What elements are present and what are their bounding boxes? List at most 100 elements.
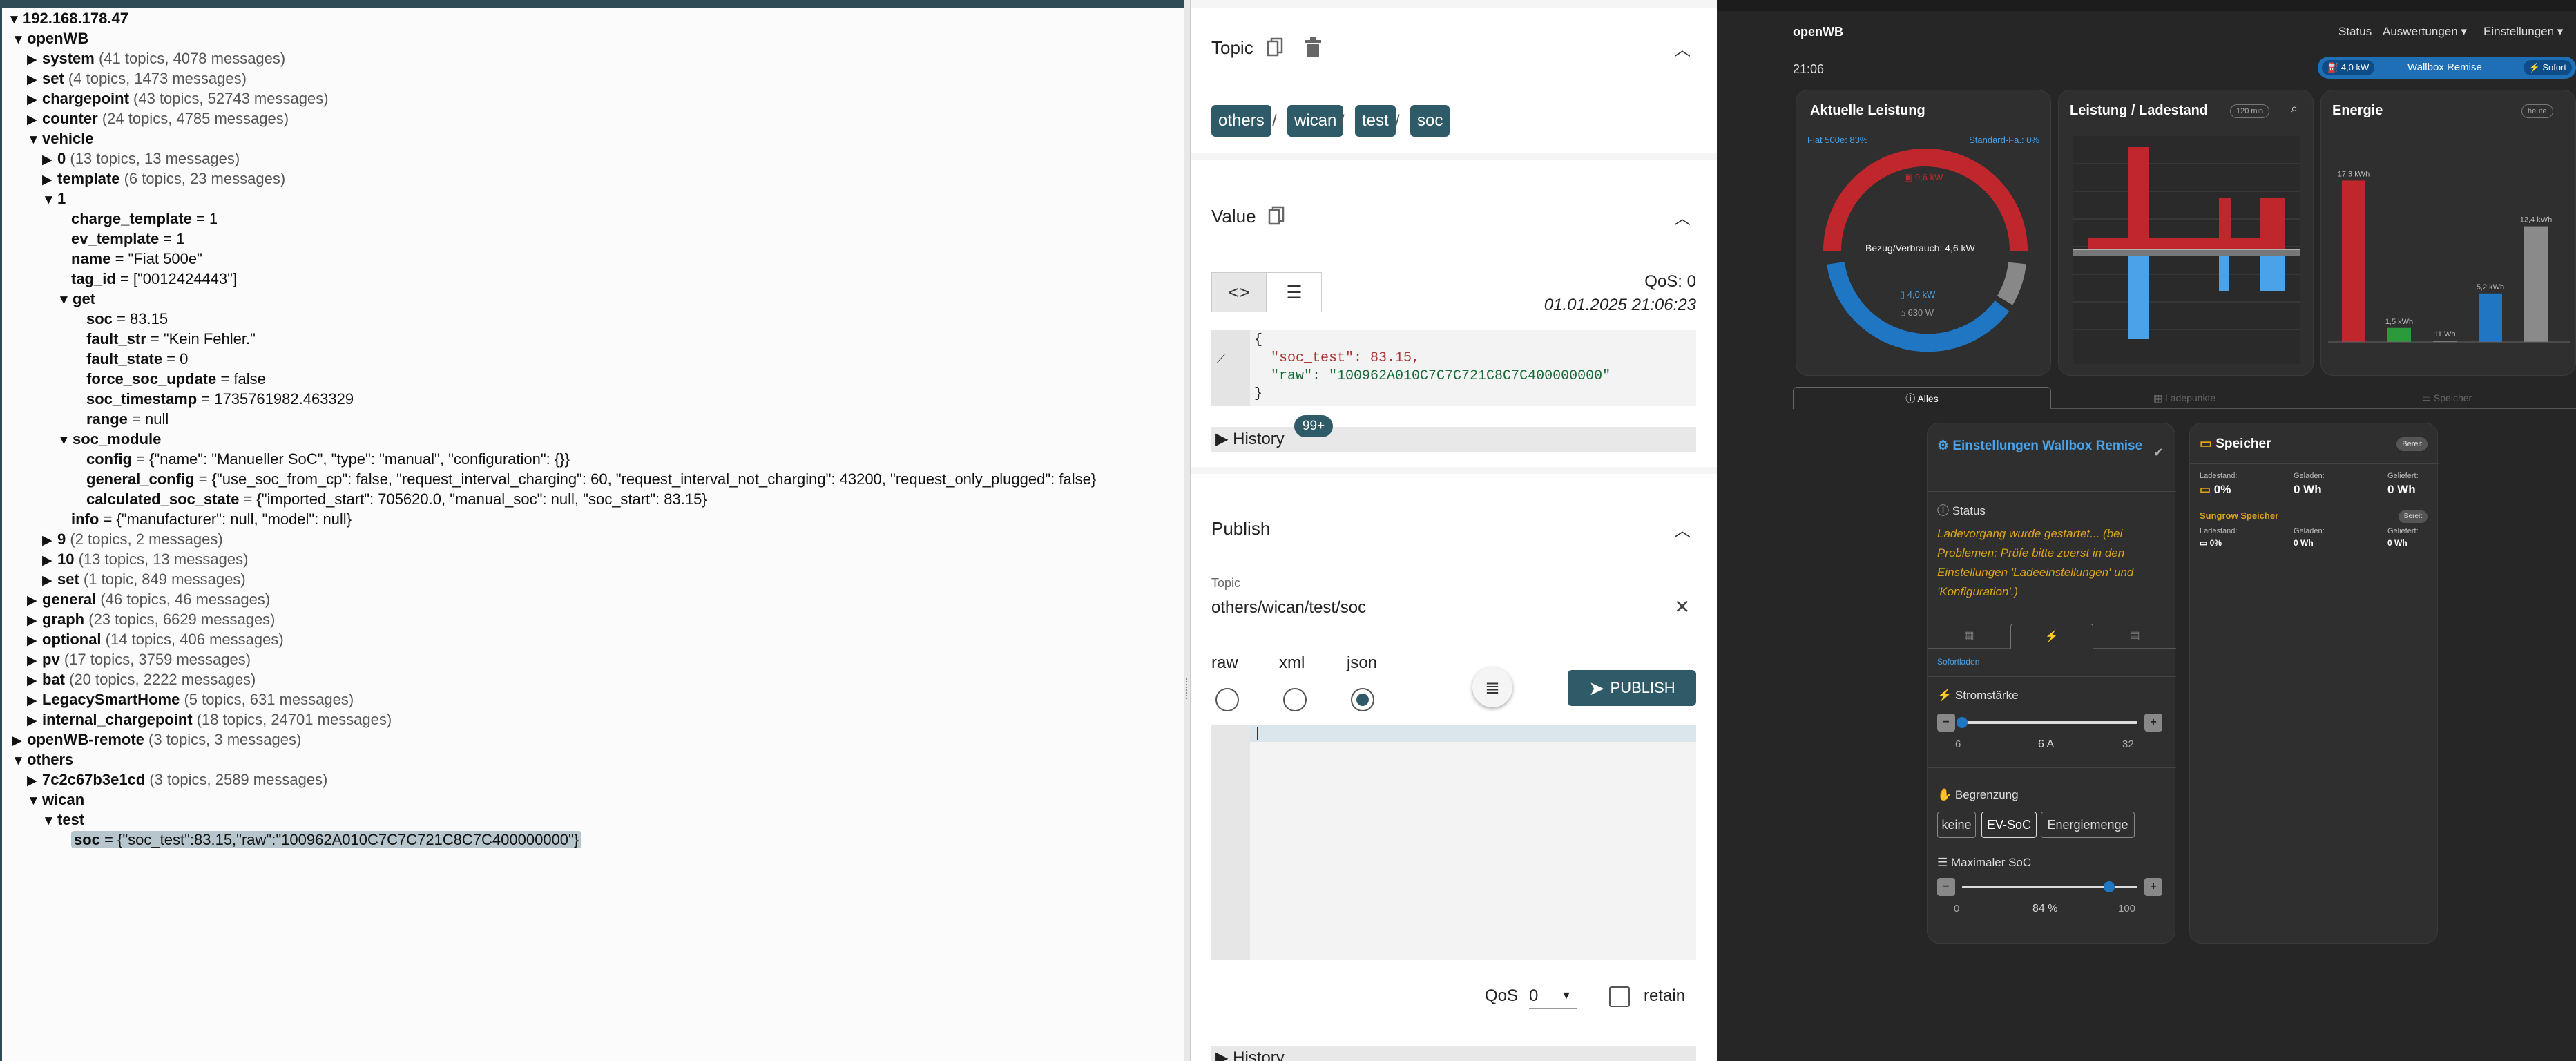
topic-chip[interactable]: soc [1410, 105, 1450, 137]
collapsed-triangle-icon[interactable]: ▶ [42, 551, 57, 571]
tree-node[interactable]: ▶ openWB-remote (3 topics, 3 messages) [12, 730, 301, 751]
tab-speicher[interactable]: ▭ Speicher [2318, 387, 2576, 409]
collapsed-triangle-icon[interactable]: ▶ [27, 711, 42, 731]
tree-node[interactable]: ▼ wican [27, 790, 84, 811]
tree-leaf[interactable]: soc = 83.15 [86, 309, 168, 329]
tree-node[interactable]: ▶ 7c2c67b3e1cd (3 topics, 2589 messages) [27, 770, 327, 791]
collapsed-triangle-icon[interactable]: ▶ [27, 90, 42, 110]
tree-node[interactable]: ▶ set (4 topics, 1473 messages) [27, 69, 247, 90]
publish-topic-input[interactable] [1211, 595, 1675, 620]
collapsed-triangle-icon[interactable]: ▶ [27, 591, 42, 611]
tree-leaf[interactable]: fault_str = "Kein Fehler." [86, 329, 256, 349]
collapsed-triangle-icon[interactable]: ▶ [27, 631, 42, 651]
expand-triangle-icon[interactable]: ▼ [27, 792, 42, 811]
tree-node[interactable]: ▶ set (1 topic, 849 messages) [42, 570, 246, 591]
limit-none-button[interactable]: keine [1937, 812, 1976, 838]
tree-node[interactable]: ▶ counter (24 topics, 4785 messages) [27, 109, 289, 130]
tree-leaf[interactable]: info = {"manufacturer": null, "model": n… [71, 510, 352, 529]
expand-triangle-icon[interactable]: ▼ [42, 191, 57, 210]
copy-icon[interactable] [1268, 206, 1286, 227]
delete-icon[interactable] [1304, 37, 1322, 58]
collapse-chevron-up-icon[interactable]: ︿ [1674, 204, 1691, 229]
collapsed-triangle-icon[interactable]: ▶ [42, 171, 57, 190]
nav-status[interactable]: Status [2338, 25, 2372, 39]
tree-node[interactable]: ▶ 10 (13 topics, 13 messages) [42, 550, 248, 571]
tree-node[interactable]: ▶ template (6 topics, 23 messages) [42, 169, 285, 190]
chart-line-icon[interactable]: ⟋ [1217, 351, 1226, 369]
collapsed-triangle-icon[interactable]: ▶ [27, 691, 42, 711]
tree-node[interactable]: ▶ optional (14 topics, 406 messages) [27, 630, 284, 651]
tree-leaf[interactable]: config = {"name": "Manueller SoC", "type… [86, 450, 570, 469]
qos-select[interactable]: 0 ▼ [1529, 984, 1577, 1009]
tree-leaf[interactable]: ev_template = 1 [71, 229, 185, 249]
format-radio-xml[interactable] [1283, 688, 1307, 711]
tree-root-host[interactable]: ▼ 192.168.178.47 [8, 9, 128, 30]
expand-triangle-icon[interactable]: ▼ [57, 291, 73, 310]
increase-button[interactable]: + [2144, 878, 2162, 896]
view-code-button[interactable]: <> [1211, 272, 1267, 312]
format-json-button[interactable]: ≣ [1472, 667, 1512, 707]
topic-chip[interactable]: wican [1287, 105, 1344, 137]
tree-node[interactable]: ▼ soc_module [57, 430, 161, 450]
tab-bolt-icon[interactable]: ⚡ [2010, 624, 2093, 649]
tree-node[interactable]: ▼ others [12, 750, 73, 771]
tree-node[interactable]: ▶ 9 (2 topics, 2 messages) [42, 530, 223, 551]
tab-alles[interactable]: ⓘ Alles [1793, 387, 2051, 409]
expand-triangle-icon[interactable]: ▼ [12, 752, 27, 771]
tree-leaf[interactable]: tag_id = ["0012424443"] [71, 269, 237, 289]
collapsed-triangle-icon[interactable]: ▶ [27, 111, 42, 130]
nav-einstellungen[interactable]: Einstellungen ▾ [2483, 25, 2563, 39]
expand-triangle-icon[interactable]: ▼ [12, 30, 27, 50]
tree-leaf[interactable]: fault_state = 0 [86, 350, 188, 369]
expand-triangle-icon[interactable]: ▼ [42, 812, 57, 831]
collapse-chevron-up-icon[interactable]: ︿ [1674, 36, 1691, 60]
current-slider[interactable]: − + [1937, 714, 2162, 732]
expand-triangle-icon[interactable]: ▼ [27, 131, 42, 150]
tab-ladepunkte[interactable]: ▦ Ladepunkte [2055, 387, 2314, 409]
tree-node[interactable]: ▶ pv (17 topics, 3759 messages) [27, 650, 251, 671]
limit-energy-button[interactable]: Energiemenge [2041, 812, 2135, 838]
tree-node[interactable]: ▼ 1 [42, 189, 66, 210]
increase-button[interactable]: + [2144, 714, 2162, 732]
wallbox-status-pill[interactable]: ⛽ 4,0 kW Wallbox Remise ⚡ Sofort [2318, 57, 2576, 79]
publish-payload-editor[interactable] [1211, 725, 1696, 960]
selected-topic-highlight[interactable]: soc = {"soc_test":83.15,"raw":"100962A01… [71, 831, 582, 848]
collapsed-triangle-icon[interactable]: ▶ [27, 772, 42, 791]
expand-triangle-icon[interactable]: ▼ [8, 10, 23, 30]
copy-icon[interactable] [1267, 37, 1285, 58]
range-selector[interactable]: 120 min [2230, 104, 2270, 118]
format-radio-json[interactable] [1351, 688, 1374, 711]
collapsed-triangle-icon[interactable]: ▶ [27, 671, 42, 691]
check-circle-icon[interactable]: ✔ [2153, 446, 2164, 460]
collapsed-triangle-icon[interactable]: ▶ [27, 611, 42, 631]
value-code-view[interactable]: ⟋ { "soc_test": 83.15, "raw": "100962A01… [1211, 330, 1696, 406]
decrease-button[interactable]: − [1937, 878, 1955, 896]
tree-leaf[interactable]: name = "Fiat 500e" [71, 249, 202, 269]
collapsed-triangle-icon[interactable]: ▶ [12, 732, 27, 751]
value-history-toggle[interactable]: ▶ History [1211, 427, 1696, 452]
tree-node[interactable]: ▼ vehicle [27, 129, 94, 150]
tree-node[interactable]: ▶ system (41 topics, 4078 messages) [27, 49, 285, 70]
drag-handle-icon[interactable] [1186, 678, 1189, 699]
tree-node[interactable]: ▼ get [57, 289, 95, 310]
retain-checkbox[interactable] [1609, 986, 1630, 1007]
tree-leaf[interactable]: soc = {"soc_test":83.15,"raw":"100962A01… [71, 830, 582, 850]
pane-splitter[interactable] [1184, 0, 1191, 1061]
tree-node[interactable]: ▶ LegacySmartHome (5 topics, 631 messages… [27, 690, 354, 711]
slider-thumb[interactable] [2104, 881, 2115, 892]
tree-leaf[interactable]: force_soc_update = false [86, 370, 266, 389]
period-selector[interactable]: heute [2521, 104, 2553, 118]
tree-leaf[interactable]: calculated_soc_state = {"imported_start"… [86, 490, 707, 509]
slider-thumb[interactable] [1957, 717, 1968, 728]
tree-node[interactable]: ▶ internal_chargepoint (18 topics, 24701 … [27, 710, 392, 731]
app-brand[interactable]: openWB [1793, 25, 1843, 39]
collapsed-triangle-icon[interactable]: ▶ [42, 151, 57, 170]
tree-leaf[interactable]: range = null [86, 410, 169, 429]
topic-chip[interactable]: others [1211, 105, 1271, 137]
slider-track[interactable] [1962, 721, 2137, 724]
publish-button[interactable]: ➤ PUBLISH [1568, 670, 1696, 706]
collapsed-triangle-icon[interactable]: ▶ [27, 651, 42, 671]
view-raw-button[interactable]: ☰ [1267, 272, 1322, 312]
tree-leaf[interactable]: charge_template = 1 [71, 209, 218, 229]
max-soc-slider[interactable]: − + [1937, 878, 2162, 896]
